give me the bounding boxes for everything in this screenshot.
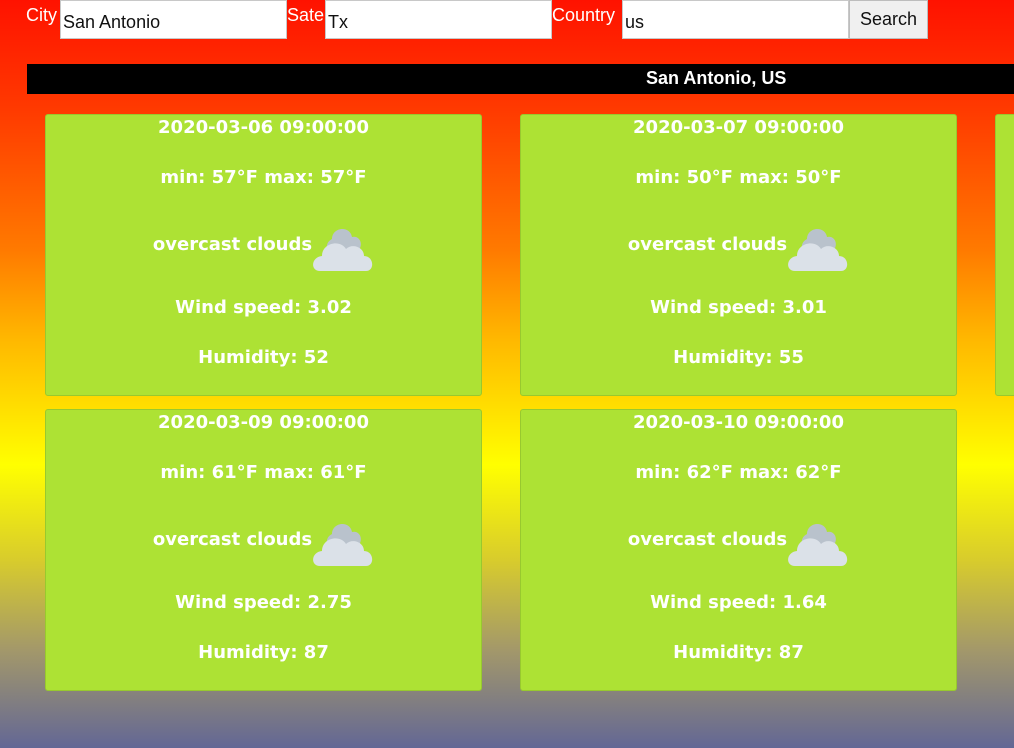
forecast-date: 2020-03-06 09:00:00 [158, 117, 369, 138]
forecast-card: 2020-03-09 09:00:00 min: 61°F max: 61°F … [45, 409, 482, 691]
cloud-icon [312, 514, 374, 566]
forecast-description: overcast clouds [627, 529, 788, 550]
city-input[interactable] [60, 0, 287, 39]
search-button[interactable]: Search [849, 0, 928, 39]
country-label: Country [552, 5, 616, 25]
state-input[interactable] [325, 0, 552, 39]
forecast-card-partial [995, 114, 1014, 396]
country-input[interactable] [622, 0, 849, 39]
forecast-date: 2020-03-10 09:00:00 [633, 412, 844, 433]
cloud-icon [787, 219, 849, 271]
forecast-date: 2020-03-09 09:00:00 [158, 412, 369, 433]
forecast-card: 2020-03-06 09:00:00 min: 57°F max: 57°F … [45, 114, 482, 396]
forecast-condition: overcast clouds [521, 219, 956, 271]
forecast-description: overcast clouds [627, 234, 788, 255]
forecast-humidity: Humidity: 87 [673, 642, 804, 663]
forecast-condition: overcast clouds [46, 219, 481, 271]
location-header: San Antonio, US [27, 64, 1014, 94]
forecast-humidity: Humidity: 52 [198, 347, 329, 368]
forecast-date: 2020-03-07 09:00:00 [633, 117, 844, 138]
forecast-card: 2020-03-10 09:00:00 min: 62°F max: 62°F … [520, 409, 957, 691]
forecast-wind-speed: Wind speed: 2.75 [175, 592, 352, 613]
forecast-min-max: min: 57°F max: 57°F [160, 167, 367, 188]
forecast-humidity: Humidity: 55 [673, 347, 804, 368]
forecast-condition: overcast clouds [46, 514, 481, 566]
forecast-min-max: min: 62°F max: 62°F [635, 462, 842, 483]
forecast-wind-speed: Wind speed: 3.01 [650, 297, 827, 318]
forecast-humidity: Humidity: 87 [198, 642, 329, 663]
cloud-icon [312, 219, 374, 271]
cloud-icon [787, 514, 849, 566]
forecast-description: overcast clouds [152, 529, 313, 550]
location-title: San Antonio, US [646, 68, 787, 88]
city-label: City [26, 5, 57, 25]
forecast-wind-speed: Wind speed: 1.64 [650, 592, 827, 613]
state-label: Sate [287, 5, 325, 25]
forecast-description: overcast clouds [152, 234, 313, 255]
forecast-wind-speed: Wind speed: 3.02 [175, 297, 352, 318]
forecast-min-max: min: 50°F max: 50°F [635, 167, 842, 188]
forecast-condition: overcast clouds [521, 514, 956, 566]
forecast-card: 2020-03-07 09:00:00 min: 50°F max: 50°F … [520, 114, 957, 396]
forecast-min-max: min: 61°F max: 61°F [160, 462, 367, 483]
